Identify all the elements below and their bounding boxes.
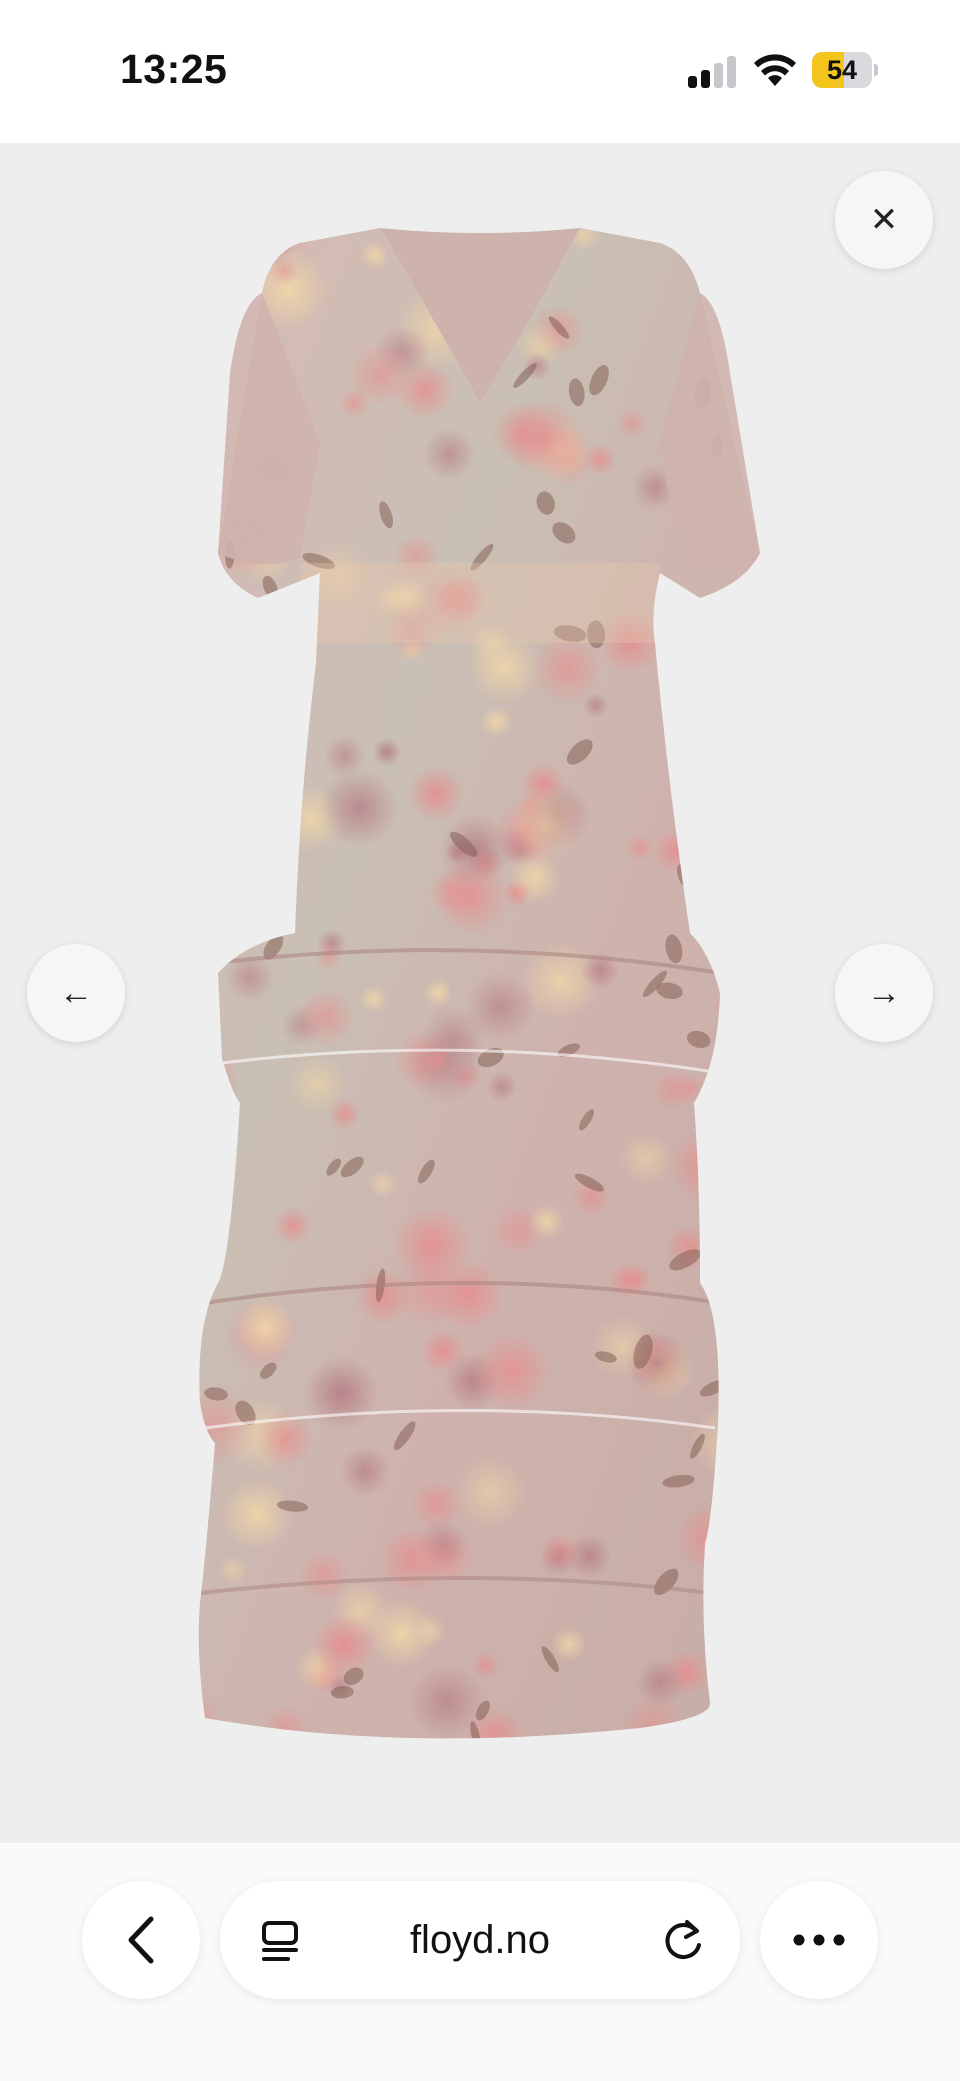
chevron-left-icon <box>128 1916 154 1964</box>
battery-level: 54 <box>826 55 858 85</box>
close-icon: ✕ <box>869 201 899 239</box>
reload-icon[interactable] <box>660 1917 706 1963</box>
wifi-icon <box>754 54 796 86</box>
arrow-left-icon: ← <box>59 974 93 1012</box>
battery-icon: 54 <box>812 52 878 88</box>
image-viewer: ✕ ← → <box>0 143 960 1843</box>
more-button[interactable] <box>760 1881 878 1999</box>
status-time: 13:25 <box>120 46 228 92</box>
arrow-right-icon: → <box>867 974 901 1012</box>
product-image <box>0 143 960 1843</box>
cellular-signal-icon <box>688 56 738 88</box>
close-button[interactable]: ✕ <box>835 171 933 269</box>
next-image-button[interactable]: → <box>835 944 933 1042</box>
back-button[interactable] <box>82 1881 200 1999</box>
status-bar: 13:25 54 <box>0 0 960 143</box>
previous-image-button[interactable]: ← <box>27 944 125 1042</box>
address-bar[interactable]: floyd.no <box>220 1881 740 1999</box>
more-icon <box>793 1934 845 1946</box>
browser-toolbar: floyd.no <box>0 1843 960 2081</box>
